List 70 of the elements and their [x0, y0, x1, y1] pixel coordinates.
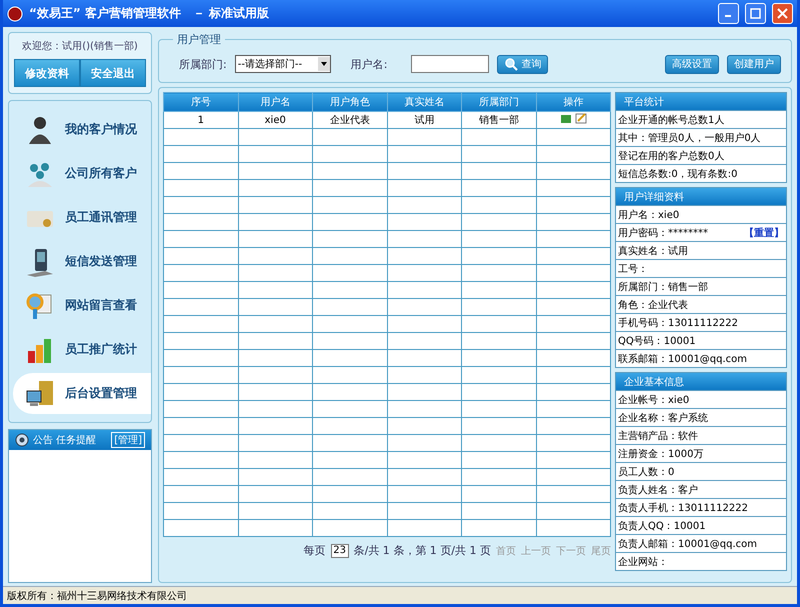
speaker-icon: [15, 433, 29, 447]
column-header: 用户角色: [312, 92, 387, 112]
username-field[interactable]: [411, 55, 490, 73]
table-cell: 1: [164, 112, 238, 128]
username-label: 用户名:: [350, 56, 388, 72]
nav-item[interactable]: 公司所有客户: [13, 153, 151, 194]
table-cell: xie0: [238, 112, 312, 128]
table-cell: 企业代表: [312, 112, 387, 128]
nav-item[interactable]: 员工通讯管理: [13, 197, 151, 238]
notice-title: 公告 任务提醒: [33, 434, 98, 447]
info-text: 企业帐号：xie0: [618, 394, 690, 406]
panel-title: 用户详细资料: [616, 188, 786, 205]
nav-item[interactable]: 网站留言查看: [13, 285, 151, 326]
search-icon: [504, 57, 518, 71]
reset-link[interactable]: 【重置】: [744, 226, 784, 240]
table-cell: 销售一部: [462, 112, 536, 128]
window-title: “效易王” 客户营销管理软件 － 标准试用版: [29, 5, 270, 22]
info-text: 联系邮箱：10001@qq.com: [618, 352, 748, 366]
mobile-phone-icon: [25, 246, 55, 276]
welcome-text: 欢迎您：试用()(销售一部): [22, 40, 138, 53]
info-text: 注册资金：1000万: [618, 448, 704, 460]
edit-icon[interactable]: [574, 113, 587, 124]
copyright-text: 版权所有：福州十三易网络技术有限公司: [7, 590, 187, 602]
per-page-field[interactable]: 23: [330, 544, 349, 558]
info-text: 真实姓名：试用: [618, 244, 688, 258]
per-page-label: 每页: [304, 543, 326, 558]
info-text: 工号：: [618, 262, 648, 276]
panel-title: 企业基本信息: [616, 373, 786, 390]
group-title: 用户管理: [173, 32, 225, 47]
maximize-button[interactable]: [745, 3, 766, 24]
table-cell: 试用: [387, 112, 462, 128]
app-icon: [7, 6, 23, 22]
info-text: 企业网站：: [618, 556, 668, 568]
nav-item[interactable]: 后台设置管理: [13, 373, 151, 414]
info-text: QQ号码：10001: [618, 334, 696, 348]
close-button[interactable]: [772, 3, 793, 24]
info-text: 企业名称：客户系统: [618, 412, 708, 424]
info-text: 所属部门：销售一部: [618, 280, 708, 294]
column-header: 操作: [536, 92, 610, 112]
column-header: 序号: [164, 92, 238, 112]
info-text: 用户密码：********: [618, 226, 708, 240]
info-text: 用户名：xie0: [618, 208, 680, 222]
view-icon[interactable]: [560, 113, 572, 124]
info-text: 负责人姓名：客户: [618, 484, 698, 496]
info-text: 登记在用的客户总数0人: [618, 150, 724, 162]
minimize-button[interactable]: [718, 3, 739, 24]
panel-title: 平台统计: [616, 93, 786, 110]
info-text: 负责人QQ：10001: [618, 520, 706, 532]
info-text: 负责人手机：13011112222: [618, 502, 748, 514]
info-text: 负责人邮箱：10001@qq.com: [618, 538, 758, 550]
info-text: 手机号码：13011112222: [618, 316, 738, 330]
nav-item[interactable]: 员工推广统计: [13, 329, 151, 370]
nav-item[interactable]: 短信发送管理: [13, 241, 151, 282]
info-text: 短信总条数:0，现有条数:0: [618, 168, 738, 180]
info-text: 角色：企业代表: [618, 298, 688, 312]
manage-link[interactable]: [管理]: [111, 432, 145, 448]
maximize-icon: [750, 8, 761, 19]
computer-icon: [25, 378, 55, 408]
column-header: 用户名: [238, 92, 312, 112]
info-text: 其中：管理员0人，一般用户0人: [618, 132, 761, 144]
info-text: 主营销产品：软件: [618, 430, 698, 442]
department-select[interactable]: --请选择部门--: [234, 55, 331, 73]
column-header: 所属部门: [462, 92, 536, 112]
info-text: 企业开通的帐号总数1人: [618, 114, 724, 126]
close-icon: [777, 8, 788, 19]
nav-item[interactable]: 我的客户情况: [13, 109, 151, 150]
department-label: 所属部门:: [179, 56, 227, 72]
info-text: 员工人数：0: [618, 466, 674, 478]
column-header: 真实姓名: [387, 92, 462, 112]
page-summary: 条/共 1 条，第 1 页/共 1 页: [354, 543, 491, 558]
